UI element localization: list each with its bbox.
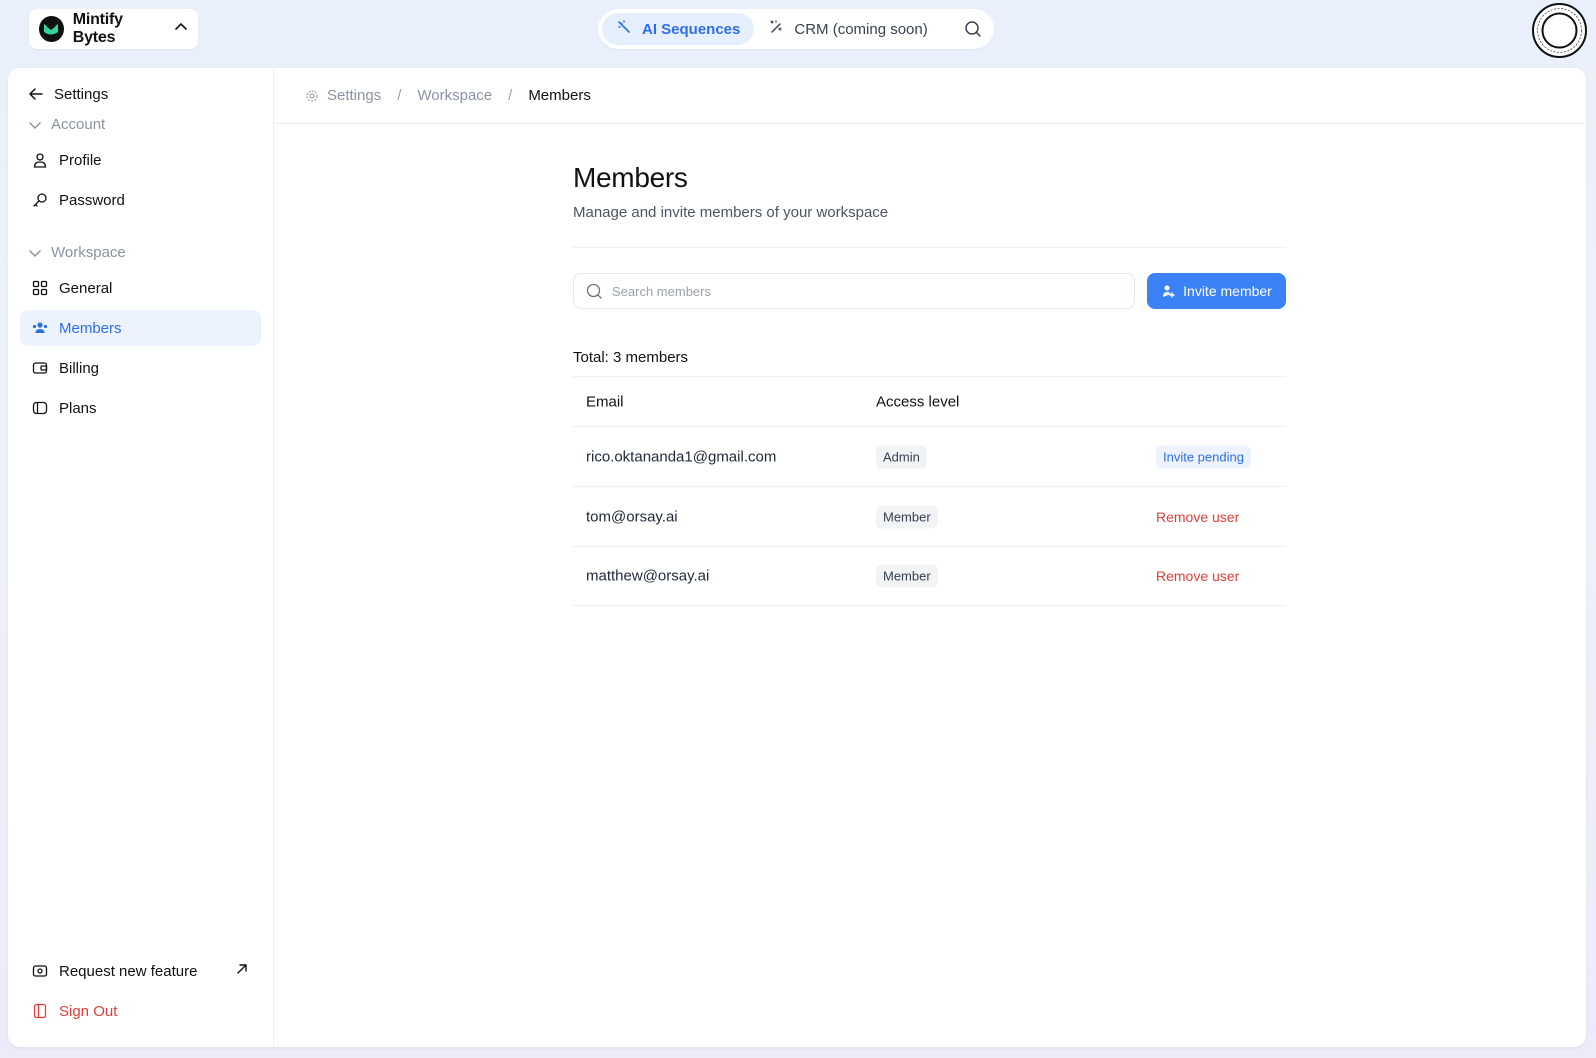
tag-icon	[31, 399, 49, 417]
sidebar-item-label: Profile	[59, 151, 102, 169]
refer-friend-badge[interactable]	[1532, 3, 1587, 58]
search-icon	[586, 283, 602, 299]
sidebar-item-members[interactable]: Members	[20, 310, 261, 346]
breadcrumb-label: Settings	[327, 87, 382, 104]
sidebar-item-profile[interactable]: Profile	[20, 142, 261, 178]
member-email: tom@orsay.ai	[586, 508, 678, 525]
access-badge: Member	[876, 564, 938, 588]
breadcrumb-settings[interactable]: Settings	[305, 87, 381, 104]
settings-sidebar: Settings Account Profile Password Worksp…	[8, 68, 274, 1047]
table-header: Email Access level	[573, 376, 1286, 426]
workspace-section-toggle[interactable]: Workspace	[28, 244, 126, 261]
sidebar-item-label: General	[59, 279, 113, 297]
page-subtitle: Manage and invite members of your worksp…	[573, 204, 889, 221]
grid-icon	[31, 279, 49, 297]
door-exit-icon	[31, 1002, 49, 1020]
access-badge: Admin	[876, 445, 927, 468]
tab-ai-sequences[interactable]: AI Sequences	[602, 13, 755, 45]
feature-request-icon	[31, 962, 49, 980]
breadcrumb-separator: /	[397, 87, 402, 104]
top-tabs: AI Sequences CRM (coming soon)	[598, 9, 994, 49]
table-row: tom@orsay.ai Member Remove user	[573, 486, 1286, 546]
sidebar-item-label: Billing	[59, 359, 100, 377]
table-row: rico.oktananda1@gmail.com Admin Invite p…	[573, 426, 1286, 486]
section-label: Workspace	[51, 244, 126, 261]
members-total: Total: 3 members	[573, 349, 689, 366]
page-title: Members	[573, 162, 688, 193]
tab-label: CRM (coming soon)	[794, 20, 928, 38]
workspace-logo-icon	[39, 16, 64, 42]
access-level: Member	[876, 564, 938, 588]
chevron-down-icon	[29, 249, 41, 257]
remove-user-button[interactable]: Remove user	[1156, 509, 1239, 525]
invite-status: Invite pending	[1156, 445, 1251, 468]
key-icon	[31, 191, 49, 209]
sparkle-wand-icon	[768, 19, 784, 39]
search-icon	[965, 21, 981, 37]
access-level: Admin	[876, 445, 927, 468]
invite-pending-badge: Invite pending	[1156, 445, 1251, 468]
sidebar-item-label: Members	[59, 319, 122, 337]
remove-user-button[interactable]: Remove user	[1156, 568, 1239, 584]
sidebar-item-label: Password	[59, 191, 125, 209]
tab-crm[interactable]: CRM (coming soon)	[754, 13, 941, 45]
table-row: matthew@orsay.ai Member Remove user	[573, 546, 1286, 606]
breadcrumb-separator: /	[508, 87, 513, 104]
member-search	[573, 273, 1135, 309]
back-label: Settings	[54, 85, 109, 103]
access-level: Member	[876, 505, 938, 528]
sidebar-item-general[interactable]: General	[20, 270, 261, 306]
settings-card: Settings Account Profile Password Worksp…	[8, 68, 1586, 1047]
refer-badge-icon	[1537, 8, 1582, 53]
arrow-left-icon	[29, 88, 43, 100]
users-icon	[31, 319, 49, 337]
global-search-button[interactable]	[956, 13, 990, 45]
member-email: rico.oktananda1@gmail.com	[586, 448, 777, 465]
tab-label: AI Sequences	[642, 20, 741, 38]
external-link-icon	[235, 962, 249, 980]
invite-member-label: Invite member	[1183, 283, 1272, 299]
sign-out-label: Sign Out	[59, 1002, 118, 1020]
gear-icon	[306, 89, 318, 102]
back-to-settings[interactable]: Settings	[28, 81, 108, 107]
members-table: Email Access level rico.oktananda1@gmail…	[573, 376, 1286, 606]
column-header-access: Access level	[876, 393, 960, 410]
account-section-toggle[interactable]: Account	[28, 116, 105, 133]
access-badge: Member	[876, 505, 938, 528]
search-members-input[interactable]	[612, 283, 1134, 299]
breadcrumb: Settings / Workspace / Members	[275, 68, 1586, 124]
sidebar-item-billing[interactable]: Billing	[20, 350, 261, 386]
column-header-email: Email	[586, 393, 624, 410]
member-email: matthew@orsay.ai	[586, 567, 710, 585]
breadcrumb-workspace[interactable]: Workspace	[417, 87, 492, 104]
invite-member-button[interactable]: Invite member	[1147, 273, 1286, 309]
chevron-up-icon	[174, 20, 188, 39]
breadcrumb-members: Members	[528, 87, 591, 104]
wallet-icon	[31, 359, 49, 377]
request-feature-link[interactable]: Request new feature	[20, 953, 261, 989]
add-user-icon	[1163, 285, 1175, 298]
magic-wand-icon	[616, 19, 632, 39]
workspace-name: Mintify Bytes	[72, 11, 123, 46]
user-icon	[31, 151, 49, 169]
workspace-switcher[interactable]: Mintify Bytes	[29, 9, 198, 49]
sign-out-button[interactable]: Sign Out	[20, 993, 261, 1029]
request-feature-label: Request new feature	[59, 962, 198, 980]
sidebar-item-label: Plans	[59, 399, 97, 417]
sidebar-item-plans[interactable]: Plans	[20, 390, 261, 426]
sidebar-item-password[interactable]: Password	[20, 182, 261, 218]
chevron-down-icon	[29, 121, 41, 129]
divider	[573, 247, 1286, 248]
section-label: Account	[51, 116, 106, 133]
